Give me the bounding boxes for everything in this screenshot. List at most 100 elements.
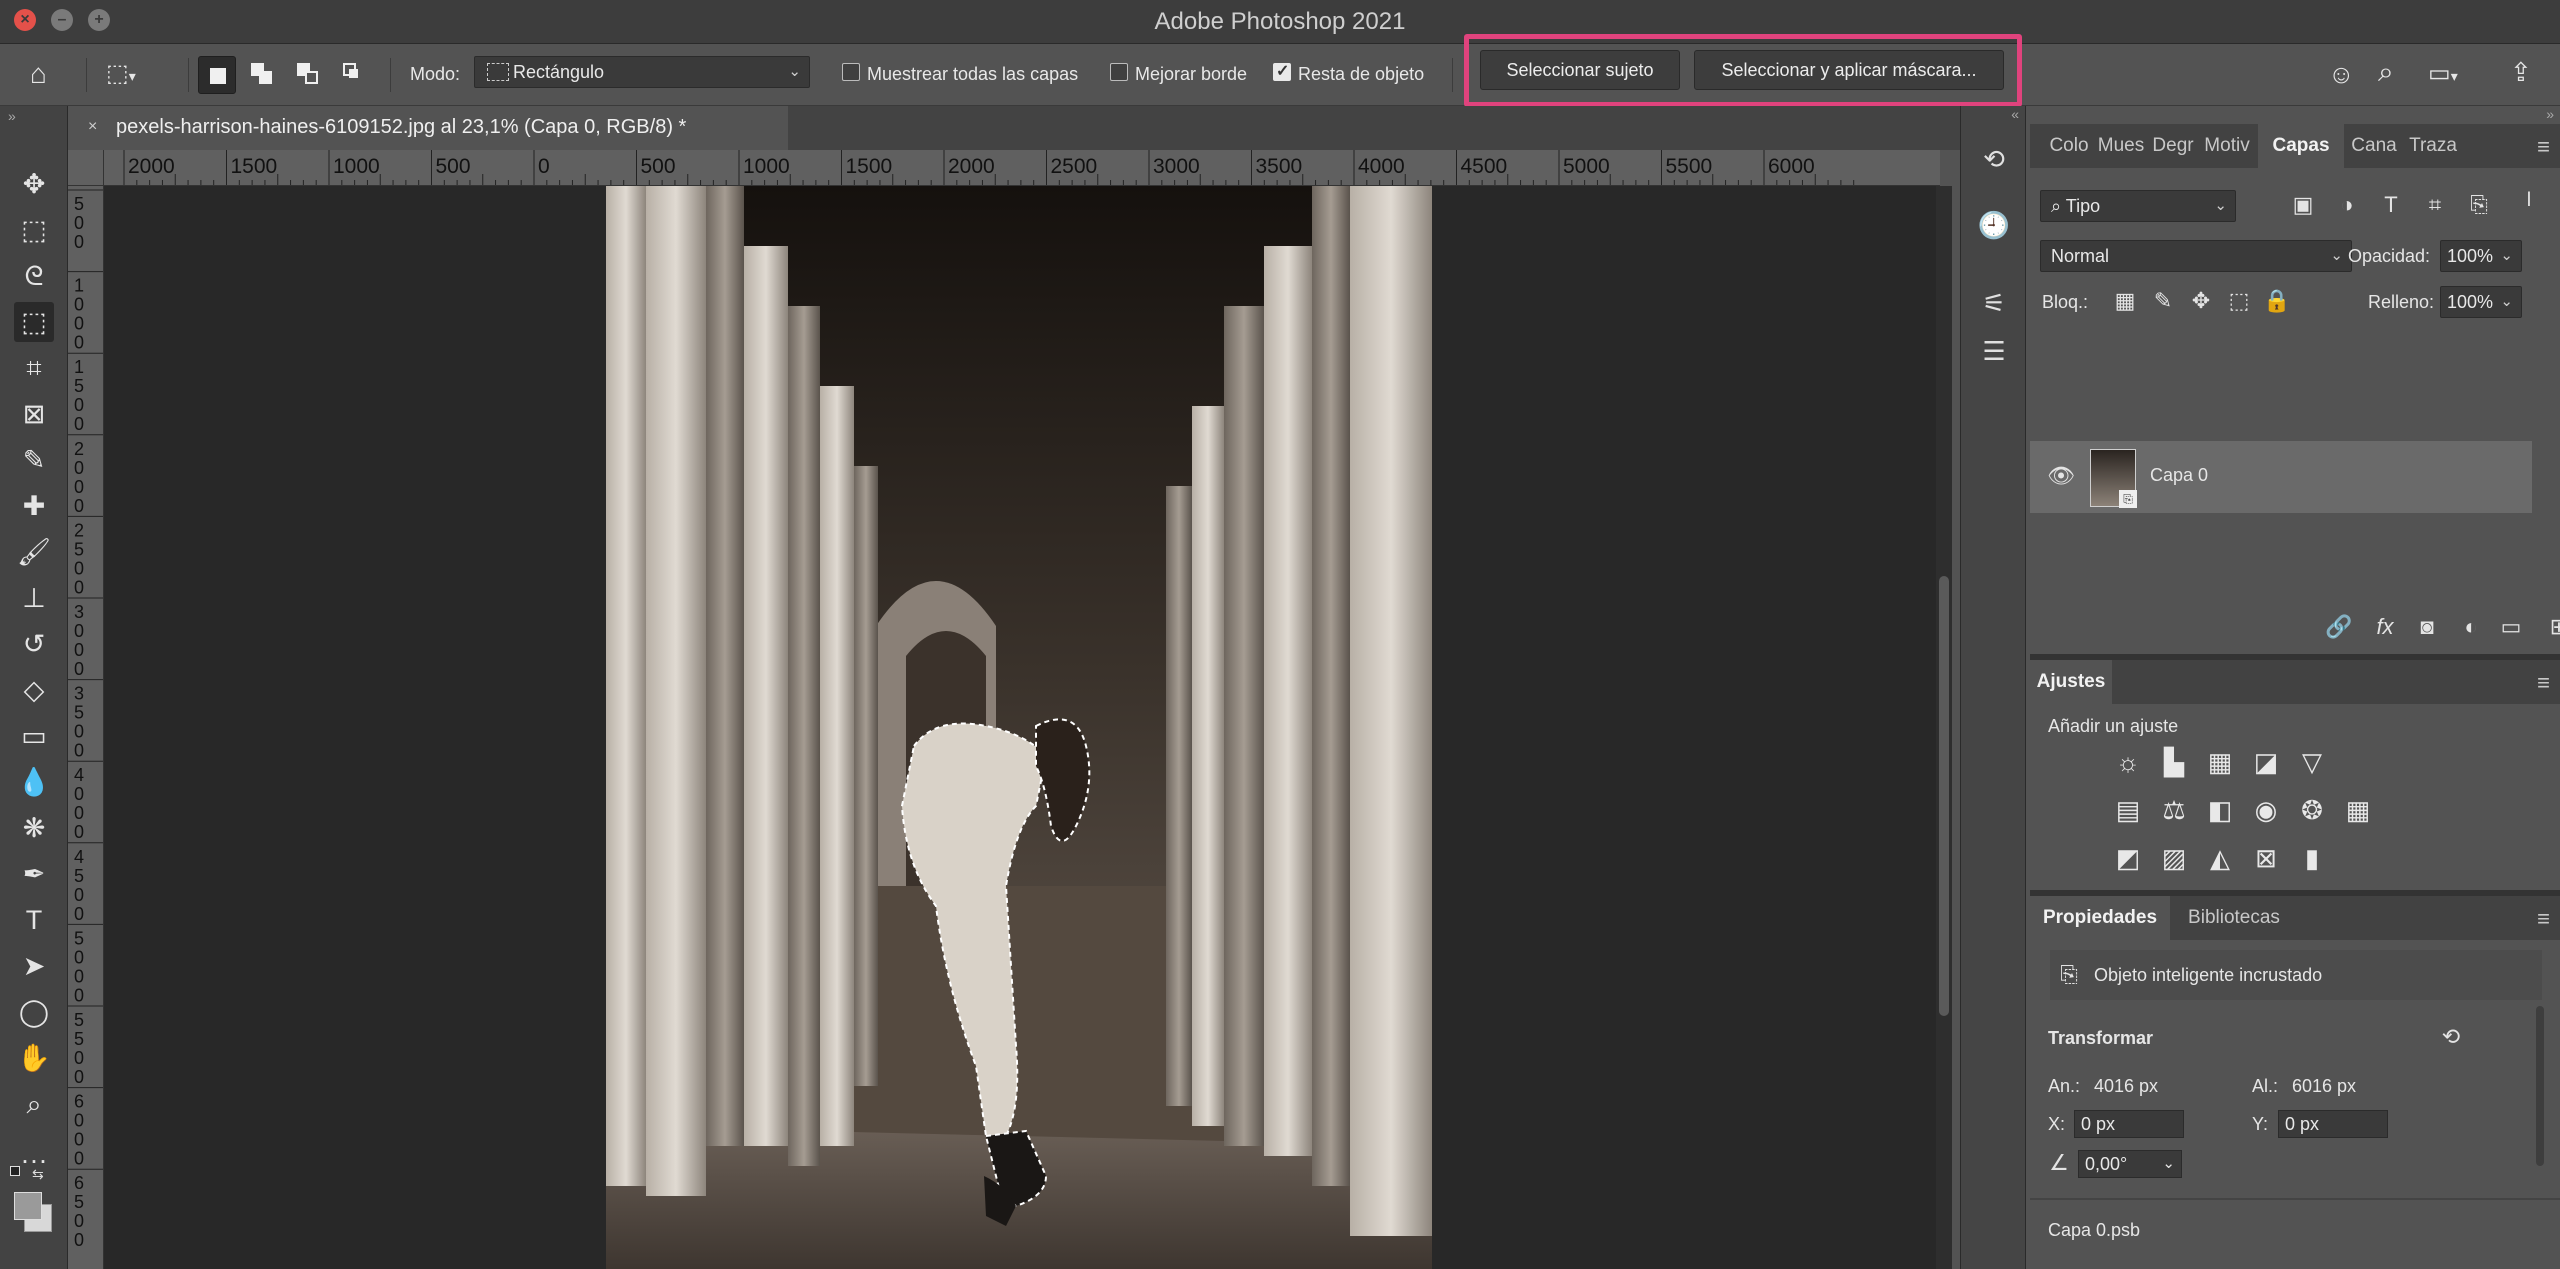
brush-settings-icon[interactable]: ⚟ (1975, 284, 2013, 322)
hue-saturation-icon[interactable]: ▤ (2110, 794, 2146, 826)
pixel-filter-icon[interactable]: ▣ (2288, 192, 2318, 218)
properties-scrollbar[interactable] (2536, 1006, 2544, 1166)
foreground-color-swatch[interactable] (14, 1192, 42, 1220)
enhance-edge-checkbox[interactable] (1110, 63, 1128, 81)
hand-tool-icon[interactable]: ✋ (14, 1038, 54, 1078)
layer-effects-icon[interactable]: fx (2370, 614, 2400, 640)
gradient-map-icon[interactable]: ▮ (2294, 842, 2330, 874)
tab-swatches[interactable]: Mues (2096, 124, 2146, 168)
invert-icon[interactable]: ◩ (2110, 842, 2146, 874)
tab-patterns[interactable]: Motiv (2200, 124, 2254, 168)
history-states-icon[interactable]: ⟲ (1975, 140, 2013, 178)
panel-menu-icon[interactable]: ≡ (2537, 670, 2550, 696)
reset-transform-icon[interactable]: ⟲ (2436, 1024, 2466, 1050)
tab-paths[interactable]: Traza (2404, 124, 2462, 168)
angle-input[interactable]: 0,00° ⌄ (2078, 1150, 2182, 1178)
type-filter-icon[interactable]: T (2376, 192, 2406, 218)
lock-transparency-icon[interactable]: ▦ (2110, 288, 2140, 314)
brush-tool-icon[interactable]: 🖌 (14, 532, 54, 572)
mode-dropdown[interactable]: Rectángulo ⌄ (474, 56, 810, 88)
new-selection-button[interactable] (198, 56, 236, 94)
adjustment-filter-icon[interactable]: ◑ (2332, 192, 2362, 218)
expand-dock-icon[interactable]: « (2011, 106, 2019, 122)
search-icon[interactable]: ⌕ (2378, 58, 2394, 86)
add-to-selection-button[interactable] (244, 56, 282, 94)
tab-channels[interactable]: Cana (2346, 124, 2402, 168)
exposure-icon[interactable]: ◪ (2248, 746, 2284, 778)
workspace-icon[interactable]: ▭▾ (2428, 60, 2458, 90)
tab-gradients[interactable]: Degr (2148, 124, 2198, 168)
intersect-selection-button[interactable] (336, 56, 374, 94)
shape-filter-icon[interactable]: ⌗ (2420, 192, 2450, 218)
visibility-eye-icon[interactable]: 👁 (2046, 463, 2076, 489)
swap-colors-icon[interactable]: ⇆ (32, 1166, 44, 1183)
rectangular-marquee-icon[interactable]: ⬚ (14, 210, 54, 250)
threshold-icon[interactable]: ◭ (2202, 842, 2238, 874)
zoom-tool-icon[interactable]: ⌕ (14, 1084, 54, 1124)
close-tab-icon[interactable]: × (88, 118, 97, 136)
clone-stamp-icon[interactable]: ⊥ (14, 578, 54, 618)
color-lookup-icon[interactable]: ▦ (2340, 794, 2376, 826)
frame-tool-icon[interactable]: ⊠ (14, 394, 54, 434)
ellipse-tool-icon[interactable]: ◯ (14, 992, 54, 1032)
collapse-panels-icon[interactable]: » (2546, 106, 2554, 122)
lock-all-icon[interactable]: 🔒 (2262, 288, 2292, 314)
layer-name[interactable]: Capa 0 (2150, 465, 2208, 486)
history-icon[interactable]: 🕘 (1975, 206, 2013, 244)
eraser-icon[interactable]: ◇ (14, 670, 54, 710)
selective-color-icon[interactable]: ⊠ (2248, 842, 2284, 874)
fill-input[interactable]: 100% ⌄ (2440, 286, 2522, 318)
gradient-tool-icon[interactable]: ▭ (14, 716, 54, 756)
eyedropper-icon[interactable]: ✎ (14, 440, 54, 480)
document-image[interactable] (606, 186, 1432, 1269)
levels-icon[interactable]: ▙ (2156, 746, 2192, 778)
add-mask-icon[interactable]: ◙ (2412, 614, 2442, 640)
horizontal-ruler[interactable]: 2000 1500 1000 500 0 500 1000 1500 2000 2500 3000 3… (104, 150, 1940, 186)
share-icon[interactable]: ⇪ (2510, 58, 2532, 86)
user-help-icon[interactable]: ☺ (2328, 60, 2355, 88)
object-subtract-checkbox[interactable] (1273, 61, 1291, 81)
tab-libraries[interactable]: Bibliotecas (2174, 896, 2294, 940)
subtract-from-selection-button[interactable] (290, 56, 328, 94)
layer-row[interactable]: 👁 ⎘ Capa 0 (2030, 441, 2532, 513)
object-selection-icon[interactable]: ⬚ (14, 302, 54, 342)
lasso-tool-icon[interactable]: ᘓ (14, 256, 54, 296)
blur-tool-icon[interactable]: 💧 (14, 762, 54, 802)
tool-preset-picker-icon[interactable]: ⬚▾ (106, 60, 136, 90)
crop-tool-icon[interactable]: ⌗ (14, 348, 54, 388)
new-group-icon[interactable]: ▭ (2496, 614, 2526, 640)
color-swatches[interactable]: ⇆ (10, 1166, 52, 1232)
pen-tool-icon[interactable]: ✒ (14, 854, 54, 894)
tab-adjustments[interactable]: Ajustes (2030, 660, 2112, 704)
smart-object-filter-icon[interactable]: ⎘ (2464, 192, 2494, 218)
new-fill-adjustment-icon[interactable]: ◐ (2456, 614, 2486, 640)
panel-menu-icon[interactable]: ≡ (2537, 134, 2550, 160)
new-layer-icon[interactable]: ⊞ (2544, 614, 2560, 640)
default-colors-icon[interactable] (10, 1166, 20, 1176)
home-icon[interactable]: ⌂ (30, 60, 47, 88)
tab-properties[interactable]: Propiedades (2030, 896, 2170, 940)
vertical-ruler[interactable]: 5001000150020002500300035004000450050005… (68, 186, 104, 1269)
curves-icon[interactable]: ▦ (2202, 746, 2238, 778)
x-position-input[interactable]: 0 px (2074, 1110, 2184, 1138)
vertical-scrollbar[interactable] (1936, 186, 1952, 1269)
opacity-input[interactable]: 100% ⌄ (2440, 240, 2522, 272)
lock-position-icon[interactable]: ✥ (2186, 288, 2216, 314)
sample-all-layers-checkbox[interactable] (842, 63, 860, 81)
brightness-contrast-icon[interactable]: ☼ (2110, 746, 2146, 778)
tab-color[interactable]: Colo (2044, 124, 2094, 168)
collapse-panel-icon[interactable]: » (8, 108, 16, 124)
filter-toggle-icon[interactable]: ⏽ (2514, 186, 2544, 212)
photo-filter-icon[interactable]: ◉ (2248, 794, 2284, 826)
move-tool-icon[interactable]: ✥ (14, 164, 54, 204)
vibrance-icon[interactable]: ▽ (2294, 746, 2330, 778)
y-position-input[interactable]: 0 px (2278, 1110, 2388, 1138)
type-tool-icon[interactable]: T (14, 900, 54, 940)
adjustments-sliders-icon[interactable]: ☰ (1975, 332, 2013, 370)
posterize-icon[interactable]: ▨ (2156, 842, 2192, 874)
document-tab[interactable]: × pexels-harrison-haines-6109152.jpg al … (70, 106, 788, 150)
black-white-icon[interactable]: ◧ (2202, 794, 2238, 826)
history-brush-icon[interactable]: ↺ (14, 624, 54, 664)
lock-artboard-icon[interactable]: ⬚ (2224, 288, 2254, 314)
channel-mixer-icon[interactable]: ❂ (2294, 794, 2330, 826)
